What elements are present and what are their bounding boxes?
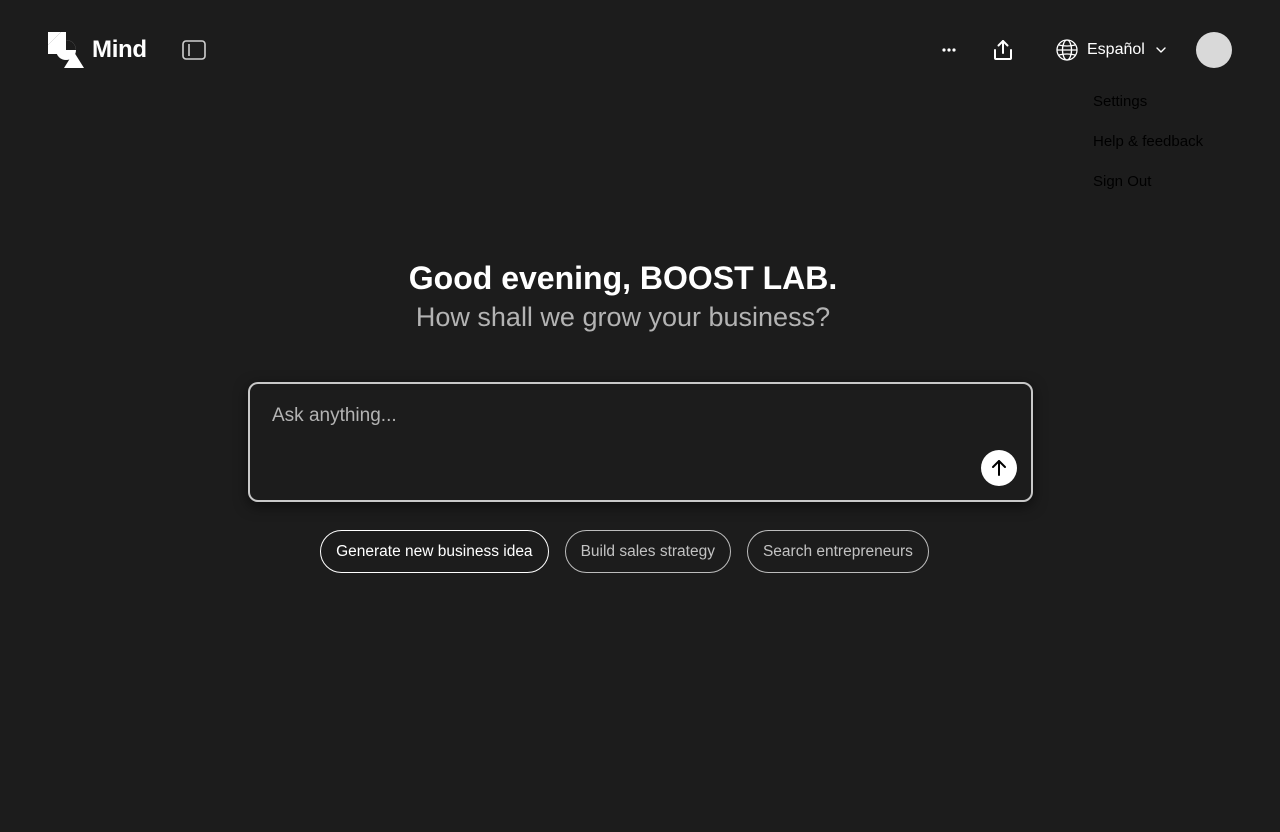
app-page: Mind Español Settings Help & feedback Si… [0, 0, 1280, 832]
more-horizontal-icon [942, 48, 956, 52]
send-button[interactable] [981, 450, 1017, 486]
suggestion-chip-entrepreneurs[interactable]: Search entrepreneurs [746, 530, 929, 573]
more-button[interactable] [937, 38, 961, 62]
greeting: Good evening, BOOST LAB. How shall we gr… [0, 258, 1246, 336]
menu-item-settings[interactable]: Settings [1093, 92, 1203, 132]
suggestion-chip-business-idea[interactable]: Generate new business idea [320, 530, 549, 573]
chevron-down-icon [1156, 47, 1166, 53]
share-upload-icon[interactable] [992, 38, 1014, 62]
suggestion-chips: Generate new business idea Build sales s… [0, 530, 1249, 573]
globe-icon [1056, 39, 1078, 61]
arrow-up-icon [992, 460, 1006, 476]
language-label: Español [1087, 41, 1145, 58]
menu-item-sign-out[interactable]: Sign Out [1093, 172, 1203, 212]
account-menu: Settings Help & feedback Sign Out [1093, 92, 1203, 212]
menu-item-help-feedback[interactable]: Help & feedback [1093, 132, 1203, 172]
greeting-title: Good evening, BOOST LAB. [408, 260, 838, 296]
avatar[interactable] [1196, 32, 1232, 68]
mind-logo-icon [48, 32, 84, 68]
greeting-subtitle: How shall we grow your business? [415, 302, 831, 332]
brand[interactable]: Mind [48, 32, 147, 68]
brand-name: Mind [92, 36, 147, 63]
prompt-input[interactable] [272, 402, 952, 430]
prompt-box [248, 382, 1033, 502]
suggestion-chip-sales-strategy[interactable]: Build sales strategy [564, 530, 731, 573]
sidebar-panel-icon[interactable] [182, 40, 206, 60]
language-selector[interactable]: Español [1055, 38, 1167, 62]
